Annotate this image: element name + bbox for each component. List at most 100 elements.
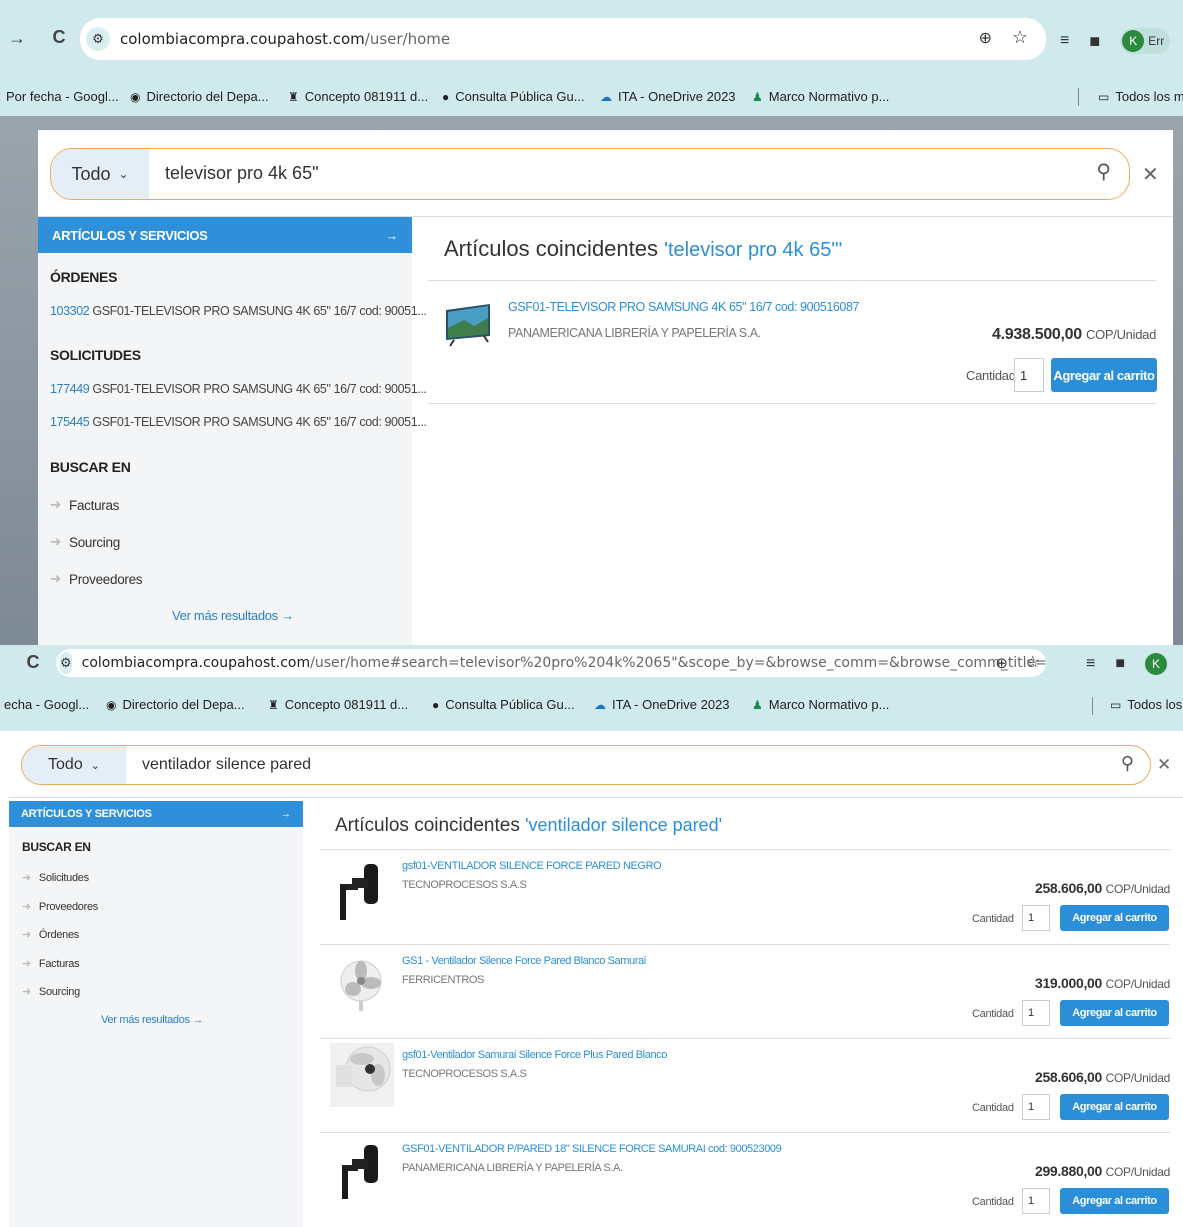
product-image[interactable] [330, 1043, 394, 1107]
reload-icon[interactable]: C [46, 27, 72, 48]
search-in-facturas[interactable]: ➜ Facturas [22, 957, 80, 971]
search-input[interactable]: ventilador silence pared [142, 756, 311, 774]
more-results-link[interactable]: Ver más resultados → [101, 1014, 204, 1026]
add-to-cart-button[interactable]: Agregar al carrito [1060, 1094, 1169, 1120]
reading-list-icon[interactable]: ≡ [1086, 655, 1095, 673]
divider [428, 403, 1156, 404]
search-in-facturas[interactable]: ➜ Facturas [50, 497, 119, 513]
close-icon[interactable]: ✕ [1157, 755, 1171, 775]
price-value: 258.606,00 [1034, 1069, 1103, 1085]
product-name-link[interactable]: GS1 - Ventilador Silence Force Pared Bla… [402, 955, 646, 967]
bookmark-item[interactable]: ◉ Directorio del Depa... [130, 89, 269, 104]
scope-label: Todo [48, 756, 83, 773]
bookmark-star-icon[interactable]: ☆ [1012, 27, 1028, 48]
zoom-icon[interactable]: ⊕ [979, 28, 992, 48]
bookmark-item[interactable]: Por fecha - Googl... [6, 89, 119, 104]
product-image[interactable] [334, 860, 386, 924]
bookmark-label: Por fecha - Googl... [6, 89, 119, 104]
bookmark-item[interactable]: ● Consulta Pública Gu... [442, 89, 585, 104]
profile-button[interactable]: K Err [1120, 28, 1171, 54]
result-item: GS1 - Ventilador Silence Force Pared Bla… [320, 945, 1170, 1039]
left-header-label: ARTÍCULOS Y SERVICIOS [52, 227, 208, 243]
order-row[interactable]: 103302 GSF01-TELEVISOR PRO SAMSUNG 4K 65… [50, 304, 427, 318]
product-name-link[interactable]: GSF01-TELEVISOR PRO SAMSUNG 4K 65" 16/7 … [508, 300, 859, 314]
search-in-proveedores[interactable]: ➜ Proveedores [50, 571, 143, 587]
search-in-sourcing[interactable]: ➜ Sourcing [50, 534, 120, 550]
all-bookmarks[interactable]: ▭ Todos los [1110, 697, 1182, 712]
avatar[interactable]: K [1145, 653, 1168, 675]
product-name-link[interactable]: GSF01-VENTILADOR P/PARED 18" SILENCE FOR… [402, 1143, 782, 1155]
top-screenshot: → C ⚙ colombiacompra.coupahost.com/user/… [0, 0, 1183, 645]
price-unit: COP/Unidad [1105, 977, 1171, 991]
side-panel-icon[interactable]: ■ [1115, 655, 1125, 673]
cloud-icon: ☁ [600, 89, 612, 104]
side-panel-icon[interactable]: ■ [1089, 31, 1100, 52]
product-name-link[interactable]: gsf01-VENTILADOR SILENCE FORCE PARED NEG… [402, 860, 662, 872]
product-name-link[interactable]: gsf01-Ventilador Samurai Silence Force P… [402, 1049, 667, 1061]
add-to-cart-button[interactable]: Agregar al carrito [1051, 358, 1157, 392]
quantity-input[interactable]: 1 [1022, 1188, 1050, 1214]
supplier-name: TECNOPROCESOS S.A.S [402, 879, 527, 891]
results-title: Artículos coincidentes 'televisor pro 4k… [444, 236, 842, 262]
bookmark-item[interactable]: ☁ ITA - OneDrive 2023 [594, 697, 730, 712]
reload-icon[interactable]: C [20, 652, 46, 673]
search-icon[interactable]: ⚲ [1121, 753, 1134, 774]
reading-list-icon[interactable]: ≡ [1060, 32, 1069, 50]
results-query: 'televisor pro 4k 65"' [664, 239, 843, 261]
search-in-proveedores[interactable]: ➜ Proveedores [22, 900, 98, 914]
product-image[interactable] [444, 302, 492, 348]
left-header-label: ARTÍCULOS Y SERVICIOS [21, 808, 152, 820]
arrow-right-icon: ➜ [22, 901, 31, 913]
scope-dropdown[interactable]: Todo ⌄ [51, 149, 149, 199]
add-to-cart-button[interactable]: Agregar al carrito [1060, 1000, 1169, 1026]
all-bookmarks[interactable]: ▭ Todos los m [1098, 89, 1183, 104]
bookmark-item[interactable]: ◉ Directorio del Depa... [106, 697, 245, 712]
product-image[interactable] [334, 955, 388, 1015]
zoom-icon[interactable]: ⊕ [995, 654, 1008, 672]
address-bar[interactable]: ⚙ colombiacompra.coupahost.com/user/home… [80, 18, 1046, 60]
result-item: gsf01-Ventilador Samurai Silence Force P… [320, 1039, 1170, 1133]
articles-services-link[interactable]: ARTÍCULOS Y SERVICIOS → [9, 801, 303, 827]
close-icon[interactable]: ✕ [1142, 162, 1159, 186]
supplier-name: PANAMERICANA LIBRERÍA Y PAPELERÍA S.A. [508, 326, 761, 340]
scope-label: Todo [71, 163, 111, 184]
arrow-right-icon: → [280, 808, 291, 820]
quantity-input[interactable]: 1 [1022, 1000, 1050, 1026]
bookmark-item[interactable]: ♟ Marco Normativo p... [752, 89, 889, 104]
bookmark-item[interactable]: ● Consulta Pública Gu... [432, 697, 575, 712]
add-to-cart-button[interactable]: Agregar al carrito [1060, 1188, 1169, 1214]
forward-icon[interactable]: → [4, 28, 30, 49]
bookmark-item[interactable]: ♟ Marco Normativo p... [752, 697, 889, 712]
request-row[interactable]: 175445 GSF01-TELEVISOR PRO SAMSUNG 4K 65… [50, 415, 427, 429]
site-settings-icon[interactable]: ⚙ [86, 27, 110, 51]
bookmark-item[interactable]: ♜ Concepto 081911 d... [268, 697, 408, 712]
search-in-solicitudes[interactable]: ➜ Solicitudes [22, 871, 89, 885]
more-results-link[interactable]: Ver más resultados → [172, 608, 294, 623]
url-path: /user/home [364, 30, 451, 48]
product-image[interactable] [336, 1141, 386, 1203]
search-icon[interactable]: ⚲ [1096, 159, 1111, 184]
bookmark-star-icon[interactable]: ☆ [1026, 652, 1040, 672]
seal-icon: ◉ [130, 89, 141, 104]
url-host: colombiacompra.coupahost.com [120, 30, 365, 48]
site-settings-icon[interactable]: ⚙ [60, 652, 72, 674]
search-in-ordenes[interactable]: ➜ Órdenes [22, 928, 79, 942]
product-price: 299.880,00 COP/Unidad [1035, 1163, 1170, 1179]
scope-dropdown[interactable]: Todo ⌄ [22, 746, 126, 784]
arrow-right-icon: ➜ [22, 872, 31, 884]
add-to-cart-button[interactable]: Agregar al carrito [1060, 905, 1169, 931]
bookmark-item[interactable]: echa - Googl... [4, 697, 89, 712]
request-row[interactable]: 177449 GSF01-TELEVISOR PRO SAMSUNG 4K 65… [50, 382, 427, 396]
quantity-input[interactable]: 1 [1014, 358, 1044, 392]
quantity-input[interactable]: 1 [1022, 1094, 1050, 1120]
seal-icon: ◉ [106, 697, 117, 712]
bookmark-item[interactable]: ☁ ITA - OneDrive 2023 [600, 89, 736, 104]
bookmark-separator [1092, 697, 1093, 715]
bookmark-item[interactable]: ♜ Concepto 081911 d... [288, 89, 428, 104]
address-bar[interactable]: ⚙ colombiacompra.coupahost.com/user/home… [56, 649, 1047, 677]
price-unit: COP/Unidad [1105, 1165, 1171, 1179]
articles-services-link[interactable]: ARTÍCULOS Y SERVICIOS → [38, 217, 412, 253]
search-in-sourcing[interactable]: ➜ Sourcing [22, 985, 80, 999]
search-input[interactable]: televisor pro 4k 65" [165, 163, 318, 184]
quantity-input[interactable]: 1 [1022, 905, 1050, 931]
